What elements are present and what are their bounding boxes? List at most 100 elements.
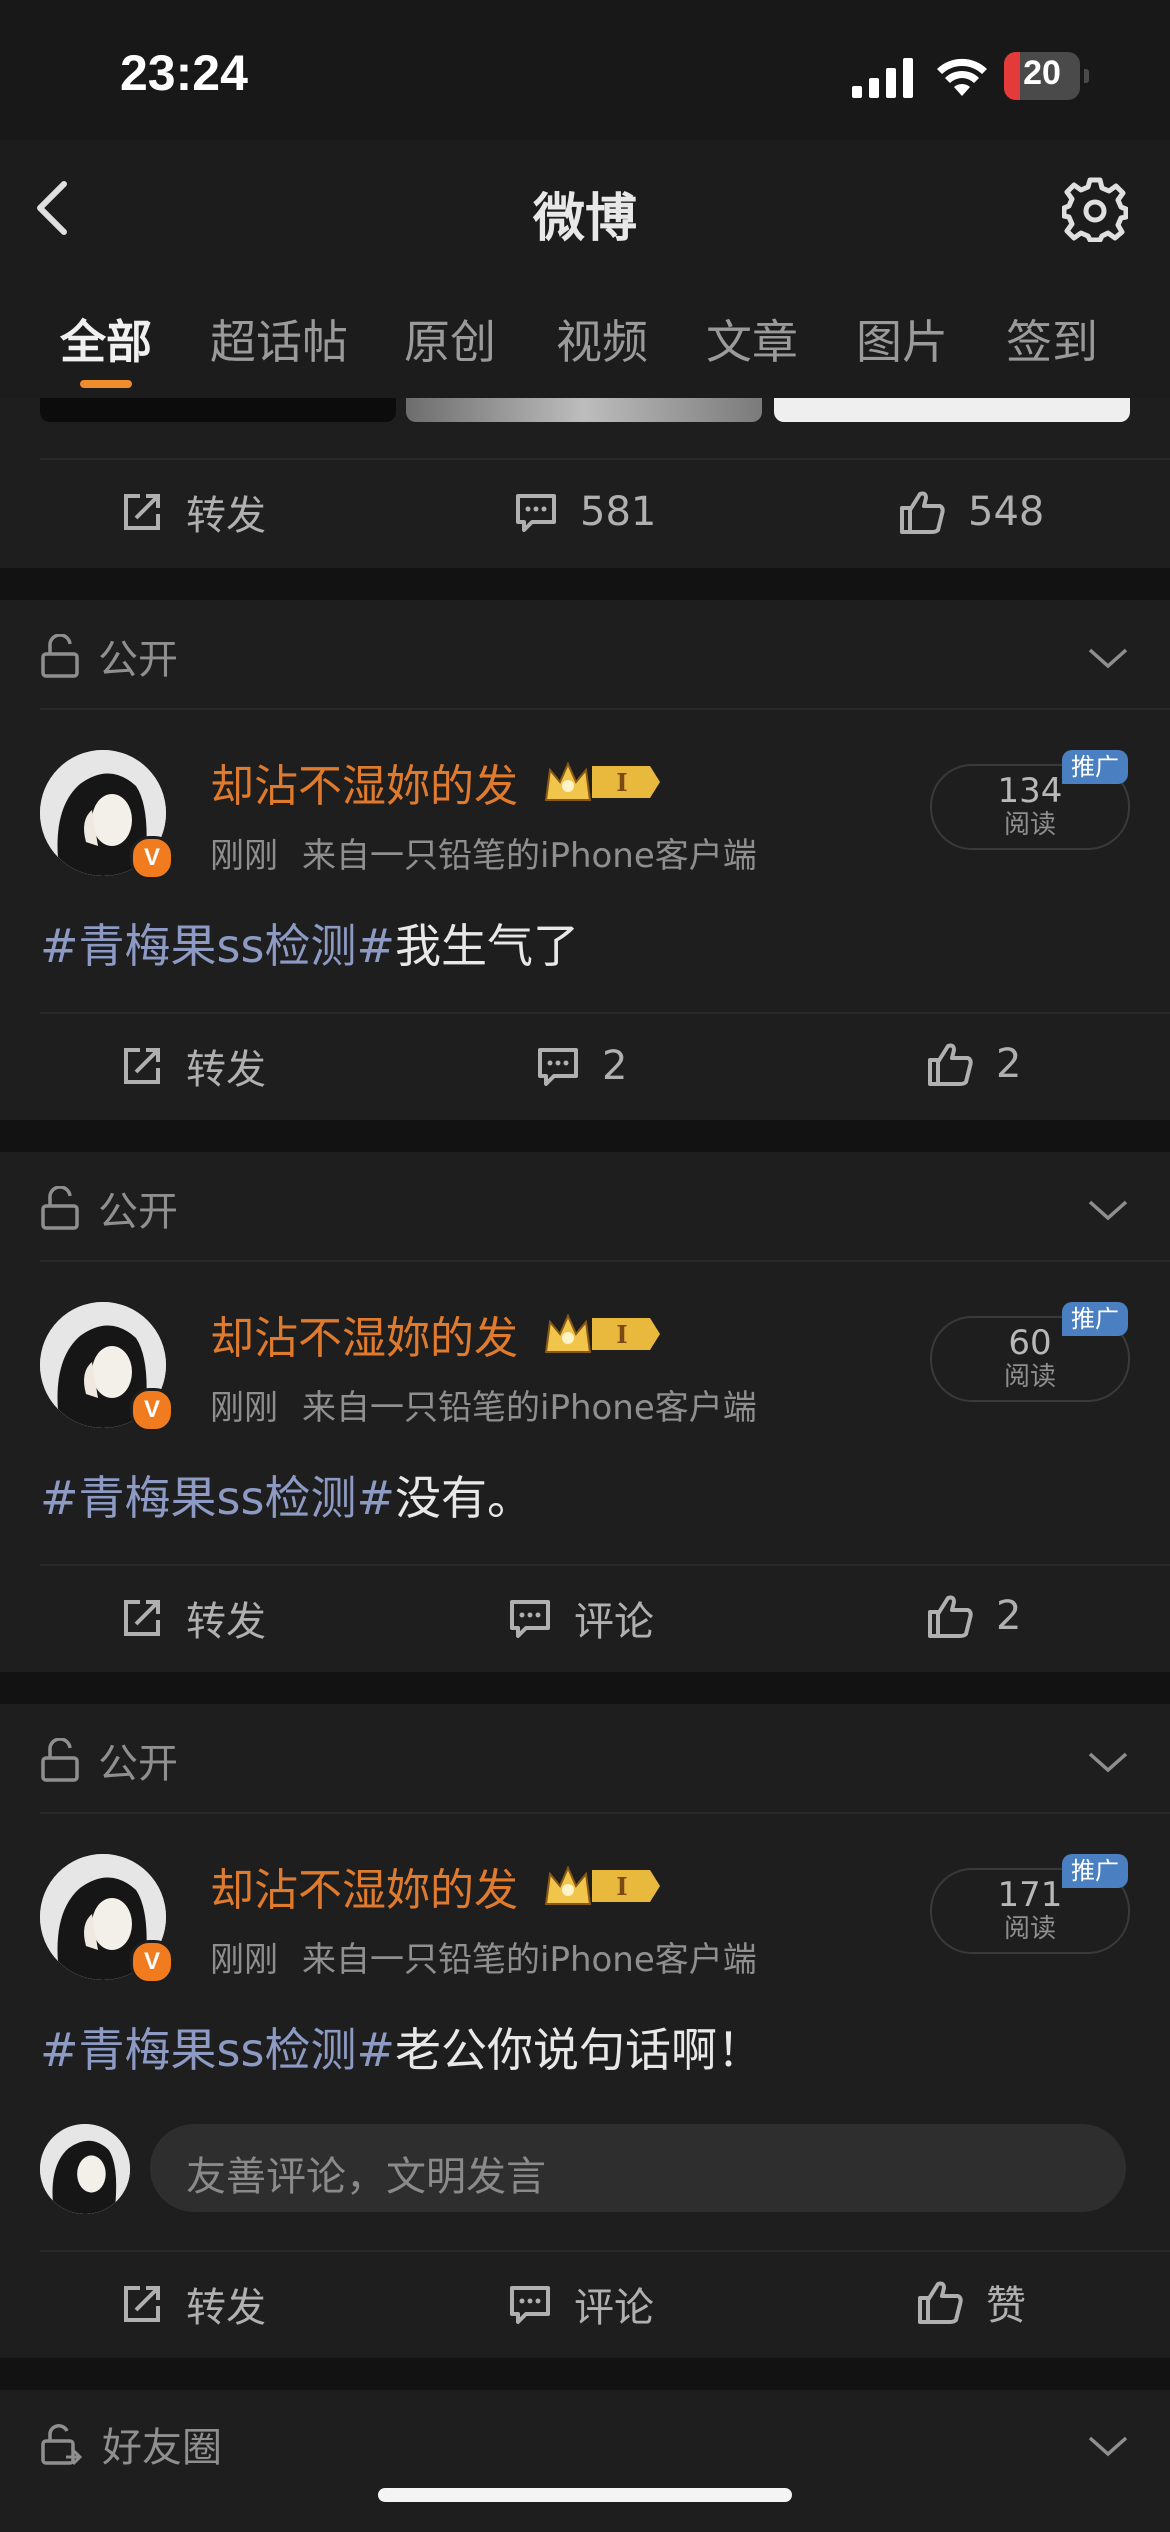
topic-hashtag-link[interactable]: #青梅果ss检测#	[40, 2023, 395, 2077]
tab-pictures[interactable]: 图片	[856, 306, 948, 372]
friends-circle-card: 好友圈	[0, 2390, 1170, 2532]
home-indicator[interactable]	[378, 2488, 792, 2502]
battery-level: 20	[1023, 54, 1061, 92]
membership-crown-icon: I	[544, 1313, 660, 1353]
tab-supertopic-posts[interactable]: 超话帖	[210, 306, 348, 372]
post-meta: 刚刚 来自一只铅笔的iPhone客户端	[210, 1932, 757, 1981]
post-meta: 刚刚 来自一只铅笔的iPhone客户端	[210, 1380, 757, 1429]
status-time: 23:24	[120, 45, 248, 101]
comment-button[interactable]: 581	[514, 484, 656, 540]
comment-icon	[538, 1048, 578, 1086]
post-image-thumbnail[interactable]	[40, 398, 396, 422]
post-text: #青梅果ss检测#老公你说句话啊！	[40, 2014, 763, 2080]
post-image-thumbnail[interactable]	[774, 398, 1130, 422]
like-button[interactable]: 548	[898, 484, 1044, 540]
post-meta: 刚刚 来自一只铅笔的iPhone客户端	[210, 828, 757, 877]
promote-button[interactable]: 推广	[1062, 1302, 1128, 1336]
chevron-down-icon[interactable]	[1088, 1198, 1128, 1222]
username[interactable]: 却沾不湿妳的发	[210, 750, 518, 814]
wifi-icon	[937, 58, 987, 96]
repost-button[interactable]: 转发	[120, 1590, 266, 1646]
unlock-icon	[41, 1186, 79, 1230]
comment-button[interactable]: 2	[536, 1038, 627, 1094]
repost-button[interactable]: 转发	[120, 1038, 266, 1094]
repost-button[interactable]: 转发	[120, 484, 266, 540]
cellular-signal-icon	[852, 58, 913, 98]
visibility-label: 公开	[98, 1189, 178, 1235]
post-source: 来自一只铅笔的iPhone客户端	[302, 1388, 757, 1428]
post-image-thumbnail[interactable]	[406, 398, 762, 422]
visibility-row: 好友圈	[40, 2414, 222, 2474]
comment-button[interactable]: 评论	[508, 2276, 654, 2332]
chevron-down-icon[interactable]	[1088, 646, 1128, 670]
topic-hashtag-link[interactable]: #青梅果ss检测#	[40, 1471, 395, 1525]
username[interactable]: 却沾不湿妳的发	[210, 1302, 518, 1366]
repost-icon	[124, 494, 160, 530]
repost-button[interactable]: 转发	[120, 2276, 266, 2332]
visibility-row: 公开	[40, 1730, 178, 1790]
read-count-label: 阅读	[1003, 1914, 1056, 1944]
post-card: 公开 V 却沾不湿妳的发 I 刚刚 来自一只铅笔的iPhone客户端 60 阅读 …	[0, 1152, 1170, 1672]
thumbs-up-icon	[900, 491, 945, 534]
svg-text:I: I	[616, 768, 627, 797]
comment-icon	[516, 494, 556, 532]
thumbs-up-icon	[928, 1595, 973, 1638]
read-count-label: 阅读	[1003, 810, 1056, 840]
tab-checkin[interactable]: 签到	[1006, 306, 1098, 372]
comment-input-placeholder: 友善评论，文明发言	[186, 2154, 546, 2200]
tab-all[interactable]: 全部	[60, 306, 152, 372]
comment-button[interactable]: 评论	[508, 1590, 654, 1646]
like-count: 548	[968, 489, 1045, 535]
post-body: 老公你说句话啊！	[395, 2023, 764, 2077]
comment-label: 评论	[574, 1599, 654, 1645]
membership-crown-icon: I	[544, 761, 660, 801]
like-button[interactable]: 赞	[916, 2274, 1026, 2330]
post-time: 刚刚	[210, 1388, 278, 1428]
unlock-icon	[41, 1738, 79, 1782]
like-button[interactable]: 2	[926, 1588, 1021, 1644]
repost-icon	[124, 1048, 160, 1084]
verified-v-badge: V	[130, 836, 174, 880]
post-time: 刚刚	[210, 1940, 278, 1980]
post-body: 没有。	[395, 1471, 534, 1525]
repost-icon	[124, 2286, 160, 2322]
visibility-row: 公开	[40, 626, 178, 686]
like-count: 2	[996, 1593, 1022, 1639]
tab-articles[interactable]: 文章	[706, 306, 798, 372]
unlock-icon	[41, 634, 79, 678]
comment-count: 581	[580, 489, 657, 535]
promote-button[interactable]: 推广	[1062, 750, 1128, 784]
repost-icon	[124, 1600, 160, 1636]
active-tab-indicator	[80, 380, 132, 388]
chevron-down-icon[interactable]	[1088, 1750, 1128, 1774]
topic-hashtag-link[interactable]: #青梅果ss检测#	[40, 919, 395, 973]
partial-post-card: 转发 581 548	[0, 398, 1170, 568]
comment-count: 2	[602, 1043, 628, 1089]
promote-button[interactable]: 推广	[1062, 1854, 1128, 1888]
settings-gear-icon[interactable]	[1062, 176, 1128, 242]
tab-video[interactable]: 视频	[556, 306, 648, 372]
verified-v-badge: V	[130, 1388, 174, 1432]
membership-crown-icon: I	[544, 1865, 660, 1905]
comment-icon	[510, 2286, 550, 2324]
tab-original[interactable]: 原创	[404, 306, 496, 372]
username[interactable]: 却沾不湿妳的发	[210, 1854, 518, 1918]
like-label: 赞	[986, 2283, 1026, 2329]
comment-label: 评论	[574, 2285, 654, 2331]
like-button[interactable]: 2	[926, 1036, 1021, 1092]
repost-label: 转发	[186, 1047, 266, 1093]
repost-label: 转发	[186, 493, 266, 539]
comment-input[interactable]: 友善评论，文明发言	[150, 2124, 1126, 2212]
friends-lock-icon	[41, 2424, 83, 2466]
post-card: 公开 V 却沾不湿妳的发 I 刚刚 来自一只铅笔的iPhone客户端 134 阅读…	[0, 600, 1170, 1120]
post-body: 我生气了	[395, 919, 580, 973]
verified-v-badge: V	[130, 1940, 174, 1984]
chevron-down-icon[interactable]	[1088, 2434, 1128, 2458]
my-avatar	[40, 2124, 130, 2214]
svg-text:I: I	[616, 1320, 627, 1349]
repost-label: 转发	[186, 2285, 266, 2331]
thumbs-up-icon	[928, 1043, 973, 1086]
post-source: 来自一只铅笔的iPhone客户端	[302, 836, 757, 876]
visibility-label: 公开	[98, 637, 178, 683]
friends-circle-label: 好友圈	[102, 2425, 222, 2471]
